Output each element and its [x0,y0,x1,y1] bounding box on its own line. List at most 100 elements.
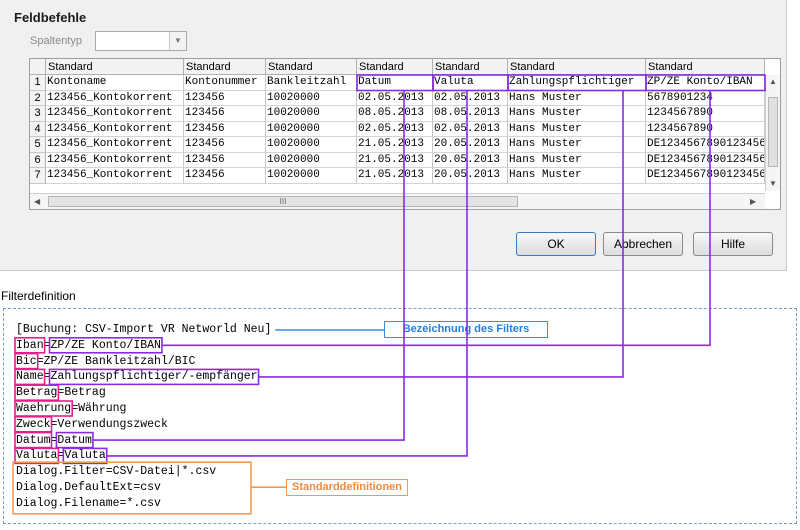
filter-separator: = [105,465,113,479]
column-type-select[interactable]: ▼ [95,31,187,51]
table-cell: 123456 [184,121,266,137]
horizontal-scroll-thumb[interactable]: III [48,196,518,207]
column-header[interactable]: Standard [646,59,765,75]
table-cell: Valuta [433,75,508,91]
filter-line: Betrag=Betrag [16,386,106,400]
filter-name-callout: Bezeichnung des Filters [384,321,548,338]
filter-value: Währung [78,402,127,415]
column-header[interactable]: Standard [46,59,184,75]
dialog-title: Feldbefehle [14,10,87,25]
field-commands-dialog: Feldbefehle Spaltentyp ▼ ▲ ▼ ◀ III ▶ OK … [0,0,787,271]
table-cell: 10020000 [266,152,357,168]
filter-key: Zweck [16,417,51,431]
row-number[interactable]: 6 [30,152,46,168]
column-header[interactable]: Standard [266,59,357,75]
filter-definition-title: Filterdefinition [1,289,76,303]
table-cell: 10020000 [266,168,357,184]
table-cell: 08.05.2013 [433,106,508,122]
column-type-label: Spaltentyp [30,35,82,47]
filter-value: Betrag [64,386,106,400]
chevron-down-icon[interactable]: ▼ [169,32,186,50]
filter-line: Dialog.DefaultExt=csv [16,481,161,495]
filter-value: csv [140,481,161,494]
scroll-left-icon[interactable]: ◀ [34,197,40,206]
filter-key: [Buchung: CSV-Import VR Networld Neu] [16,323,272,336]
filter-key: Dialog.Filename [16,496,120,510]
filter-separator: = [36,354,44,368]
row-number[interactable]: 3 [30,106,46,122]
filter-key: Waehrung [16,402,72,415]
table-cell: 21.05.2013 [357,152,433,168]
table-cell: 02.05.2013 [433,121,508,137]
filter-value: Zahlungspflichtiger/-empfänger [50,370,258,384]
row-number[interactable]: 5 [30,137,46,153]
table-cell: 20.05.2013 [433,168,508,184]
filter-key: Iban [16,338,44,352]
filter-line: Zweck=Verwendungszweck [16,418,168,432]
filter-line: Name=Zahlungspflichtiger/-empfänger [16,370,258,384]
table-cell: DE12345678901234567890 [646,152,765,168]
table-cell: Datum [357,75,433,91]
column-header[interactable]: Standard [357,59,433,75]
filter-value: Valuta [64,449,106,463]
row-number[interactable]: 7 [30,168,46,184]
help-button[interactable]: Hilfe [693,232,773,256]
horizontal-scrollbar[interactable]: ◀ III ▶ [30,193,765,209]
scroll-grip: III [279,197,287,206]
filter-value: ZP/ZE Konto/IBAN [50,338,161,352]
table-cell: 20.05.2013 [433,152,508,168]
vertical-scroll-thumb[interactable] [768,97,778,167]
table-cell: Hans Muster [508,121,646,137]
table-cell: 10020000 [266,121,357,137]
table-cell: 02.05.2013 [433,90,508,106]
table-cell: 20.05.2013 [433,137,508,153]
table-cell: 08.05.2013 [357,106,433,122]
row-number[interactable]: 4 [30,121,46,137]
table-cell: 21.05.2013 [357,168,433,184]
row-number[interactable]: 2 [30,90,46,106]
table-cell: 10020000 [266,137,357,153]
table-cell: DE12345678901234567890 [646,137,765,153]
scroll-up-icon[interactable]: ▲ [769,77,777,86]
table-cell: Kontonummer [184,75,266,91]
filter-value: CSV-Datei|*.csv [112,465,217,479]
row-number[interactable]: 1 [30,75,46,91]
cancel-button[interactable]: Abbrechen [603,232,683,256]
ok-button[interactable]: OK [516,232,596,256]
table-cell: 123456 [184,168,266,184]
column-header[interactable]: Standard [433,59,508,75]
table-cell: 02.05.2013 [357,121,433,137]
table-cell: 123456 [184,152,266,168]
column-header[interactable]: Standard [508,59,646,75]
grid-corner [30,59,46,75]
filter-line: Dialog.Filter=CSV-Datei|*.csv [16,465,216,479]
table-cell: 10020000 [266,106,357,122]
table-cell: 02.05.2013 [357,90,433,106]
table-cell: 123456_Kontokorrent [46,90,184,106]
table-cell: 123456_Kontokorrent [46,152,184,168]
vertical-scrollbar[interactable]: ▲ ▼ [765,75,780,191]
table-cell: Hans Muster [508,168,646,184]
filter-key: Betrag [16,386,58,400]
table-cell: DE12345678901234567890 [646,168,765,184]
table-cell: 123456_Kontokorrent [46,121,184,137]
table-cell: ZP/ZE Konto/IBAN [646,75,765,91]
table-cell: 10020000 [266,90,357,106]
filter-line: Bic=ZP/ZE Bankleitzahl/BIC [16,355,195,369]
table-cell: 123456 [184,90,266,106]
filter-key: Bic [16,354,37,368]
table-cell: Kontoname [46,75,184,91]
filter-key: Dialog.DefaultExt [16,481,134,494]
table-cell: 123456_Kontokorrent [46,137,184,153]
table-cell: 1234567890 [646,106,765,122]
filter-value: Verwendungszweck [57,417,168,431]
table-cell: 21.05.2013 [357,137,433,153]
table-cell: Hans Muster [508,90,646,106]
scroll-down-icon[interactable]: ▼ [769,179,777,188]
filter-value: Datum [57,433,92,447]
filter-separator: = [43,338,51,352]
table-cell: Zahlungspflichtiger [508,75,646,91]
table-cell: 123456 [184,106,266,122]
column-header[interactable]: Standard [184,59,266,75]
scroll-right-icon[interactable]: ▶ [750,197,756,206]
